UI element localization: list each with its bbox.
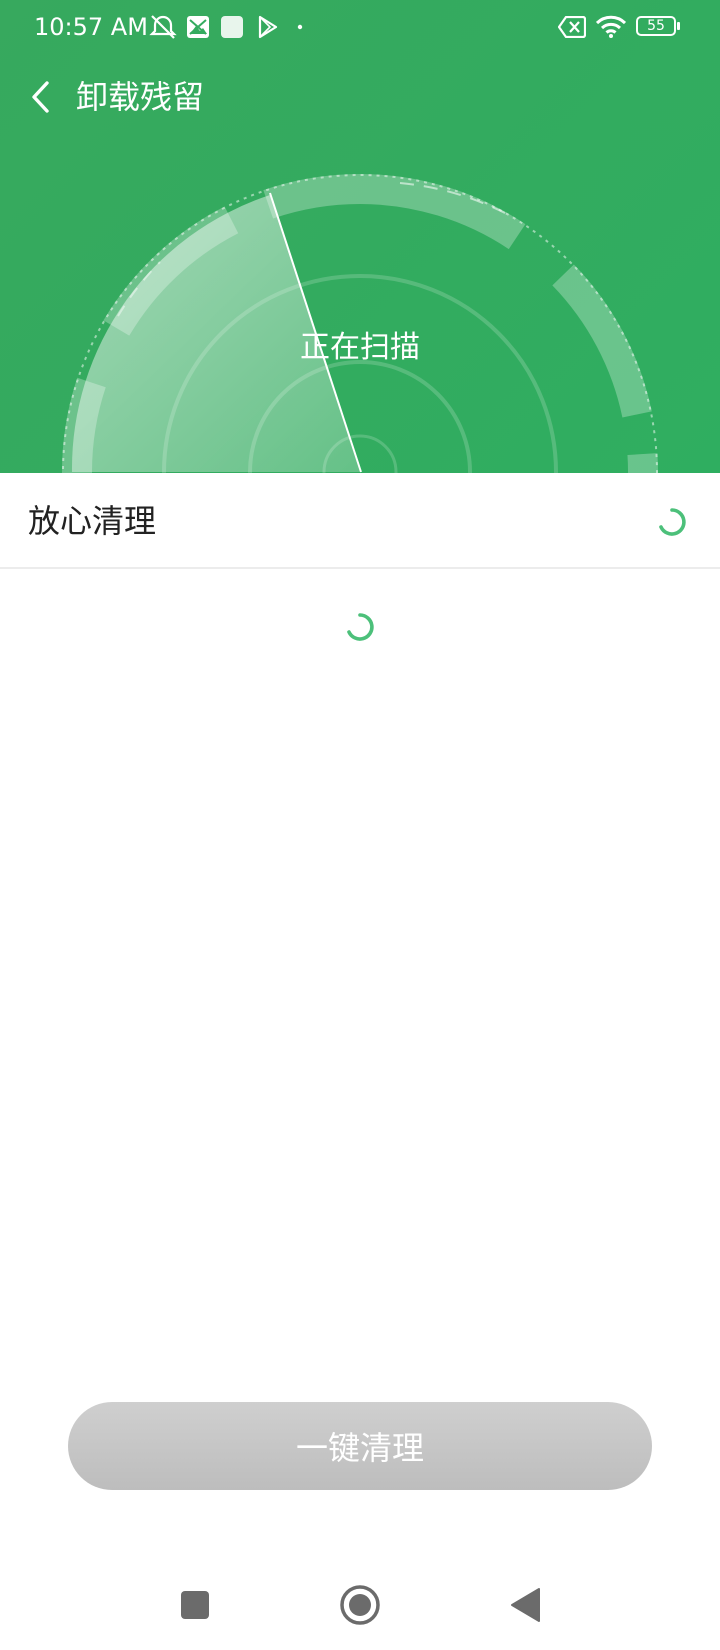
back-button[interactable] [18,72,62,122]
home-button[interactable] [325,1560,395,1650]
chevron-left-icon [32,81,49,113]
dot-icon [292,12,308,42]
recents-icon [181,1591,209,1619]
recents-button[interactable] [160,1560,230,1650]
no-sim-icon [556,12,588,42]
battery-icon: 55 [636,14,680,38]
battery-level: 55 [647,18,665,34]
alarm-off-icon [148,12,178,42]
section-title: 放心清理 [28,502,157,540]
back-icon [511,1588,540,1622]
radar-scan-graphic [62,174,658,473]
header-banner: 10:57 AM 55 卸载残留 正在扫描 [0,0,720,473]
status-bar: 10:57 AM 55 [0,0,720,56]
content-loading-spinner-icon [347,613,374,641]
scan-status-text: 正在扫描 [300,330,420,365]
photo-app-icon [184,12,212,42]
nav-back-button[interactable] [490,1560,560,1650]
wifi-icon [594,12,628,42]
square-app-icon [218,12,246,42]
clean-button-label: 一键清理 [295,1429,424,1467]
status-time: 10:57 AM [34,13,148,41]
navigation-bar [0,1560,720,1650]
section-row-safe-clean[interactable]: 放心清理 [0,473,720,569]
play-store-icon [254,12,282,42]
page-title: 卸载残留 [76,78,205,116]
home-icon [340,1585,380,1625]
loading-spinner-icon [659,508,686,536]
one-key-clean-button[interactable]: 一键清理 [68,1402,652,1490]
